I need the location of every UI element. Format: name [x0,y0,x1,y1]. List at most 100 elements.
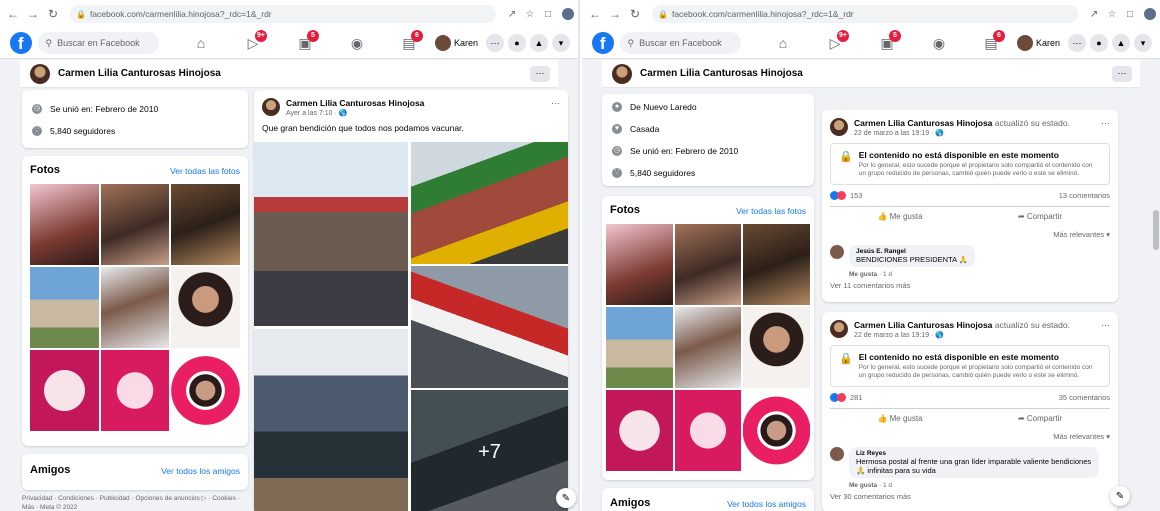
post-timestamp[interactable]: Ayer a las 7:10 · 🌎 [286,109,424,117]
marketplace-tab[interactable]: ▣ 5 [861,29,913,57]
sidebar-icon[interactable]: □ [1122,9,1138,20]
post-author[interactable]: Carmen Lilia Canturosas Hinojosa [854,320,992,330]
see-all-friends-link[interactable]: Ver todos los amigos [161,466,240,476]
messenger-icon[interactable]: ● [1090,34,1108,52]
view-more-comments-link[interactable]: Ver 11 comentarios más [822,278,1118,293]
comment-sort-dropdown[interactable]: Más relevantes ▾ [822,226,1118,243]
post-options-icon[interactable]: ⋯ [1101,118,1110,129]
post-options-icon[interactable]: ⋯ [1101,320,1110,331]
facebook-logo[interactable]: f [10,32,32,54]
footer-links[interactable]: Privacidad · Condiciones · Publicidad · … [22,494,252,511]
post-author[interactable]: Carmen Lilia Canturosas Hinojosa [854,118,992,128]
comment-like-link[interactable]: Me gusta [849,482,877,489]
photo-thumbnail[interactable] [743,390,810,471]
post-photo[interactable] [411,142,568,264]
see-all-photos-link[interactable]: Ver todas las fotos [736,206,806,216]
photo-thumbnail[interactable] [171,184,240,265]
profile-more-button[interactable]: ··· [1112,65,1132,82]
reload-icon[interactable]: ↻ [46,7,60,21]
profile-name[interactable]: Carmen Lilia Canturosas Hinojosa [640,68,803,79]
photo-thumbnail[interactable] [606,390,673,471]
post-photo[interactable] [254,142,408,326]
photo-thumbnail[interactable] [606,224,673,305]
see-all-photos-link[interactable]: Ver todas las fotos [170,166,240,176]
profile-avatar[interactable] [30,63,50,84]
page-scrollbar[interactable] [1152,60,1160,511]
like-button[interactable]: 👍 Me gusta [830,414,970,423]
reaction-count[interactable]: 153 [850,191,863,200]
groups-tab[interactable]: ◉ [913,29,965,57]
account-chevron-icon[interactable]: ▾ [552,34,570,52]
forward-icon[interactable]: → [26,7,40,21]
comment-count[interactable]: 13 comentarios [1059,191,1110,200]
reaction-count[interactable]: 281 [850,393,863,402]
photo-thumbnail[interactable] [674,224,742,305]
photo-thumbnail[interactable] [100,267,170,348]
share-button[interactable]: ➦ Compartir [970,414,1110,423]
commenter-avatar[interactable] [830,245,844,260]
new-message-icon[interactable]: ✎ [556,488,576,508]
back-icon[interactable]: ← [6,7,20,21]
post-photo[interactable] [411,266,568,388]
photo-thumbnail[interactable] [100,184,170,265]
post-timestamp[interactable]: 22 de marzo a las 19:19 · 🌎 [854,331,1070,339]
new-message-icon[interactable]: ✎ [1110,486,1130,506]
comment-sort-dropdown[interactable]: Más relevantes ▾ [822,428,1118,445]
see-all-friends-link[interactable]: Ver todos los amigos [727,499,806,509]
reload-icon[interactable]: ↻ [628,7,642,21]
gaming-tab[interactable]: ▤ 6 [965,29,1017,57]
post-author-avatar[interactable] [262,98,280,116]
menu-grid-icon[interactable]: ⋯ [486,34,504,52]
comment-count[interactable]: 35 comentarios [1059,393,1110,402]
back-icon[interactable]: ← [588,7,602,21]
profile-shortcut[interactable]: Karen [1016,35,1060,51]
home-tab[interactable]: ⌂ [757,29,809,57]
photo-thumbnail[interactable] [606,307,673,388]
view-more-comments-link[interactable]: Ver 30 comentarios más [822,489,1118,504]
photo-thumbnail[interactable] [674,390,742,471]
post-author-avatar[interactable] [830,320,848,338]
account-chevron-icon[interactable]: ▾ [1134,34,1152,52]
search-input[interactable]: ⚲ Buscar en Facebook [37,32,159,54]
scrollbar-thumb[interactable] [1153,210,1159,250]
photo-thumbnail[interactable] [30,350,99,431]
profile-more-button[interactable]: ··· [530,65,550,82]
gaming-tab[interactable]: ▤ 6 [383,29,435,57]
photo-thumbnail[interactable] [171,350,240,431]
watch-tab[interactable]: ▷ 9+ [809,29,861,57]
facebook-logo[interactable]: f [592,32,614,54]
search-input[interactable]: ⚲ Buscar en Facebook [619,32,741,54]
marketplace-tab[interactable]: ▣ 5 [279,29,331,57]
messenger-icon[interactable]: ● [508,34,526,52]
share-icon[interactable]: ↗ [1086,9,1102,20]
photo-thumbnail[interactable] [743,224,810,305]
commenter-name[interactable]: Liz Reyes [856,450,1092,457]
post-timestamp[interactable]: 22 de marzo a las 19:19 · 🌎 [854,129,1070,137]
comment-like-link[interactable]: Me gusta [849,271,877,278]
menu-grid-icon[interactable]: ⋯ [1068,34,1086,52]
photo-thumbnail[interactable] [743,307,810,388]
watch-tab[interactable]: ▷ 9+ [227,29,279,57]
comment-age[interactable]: 1 d [883,271,892,278]
share-button[interactable]: ➦ Compartir [970,212,1110,221]
commenter-name[interactable]: Jesús E. Rangel [856,248,968,255]
groups-tab[interactable]: ◉ [331,29,383,57]
photo-thumbnail[interactable] [30,267,99,348]
star-icon[interactable]: ☆ [1104,9,1120,20]
like-button[interactable]: 👍 Me gusta [830,212,970,221]
notifications-icon[interactable]: ▲ [530,34,548,52]
photo-thumbnail[interactable] [30,184,99,265]
profile-shortcut[interactable]: Karen [434,35,478,51]
post-options-icon[interactable]: ⋯ [551,98,560,109]
photo-thumbnail[interactable] [674,307,742,388]
photo-thumbnail[interactable] [171,267,240,348]
star-icon[interactable]: ☆ [522,9,538,20]
commenter-avatar[interactable] [830,447,844,462]
more-photos-overlay[interactable]: +7 [411,390,568,511]
browser-profile-avatar[interactable] [562,8,574,20]
profile-avatar[interactable] [612,63,632,84]
home-tab[interactable]: ⌂ [175,29,227,57]
post-author-avatar[interactable] [830,118,848,136]
profile-name[interactable]: Carmen Lilia Canturosas Hinojosa [58,68,221,79]
photo-thumbnail[interactable] [100,350,170,431]
